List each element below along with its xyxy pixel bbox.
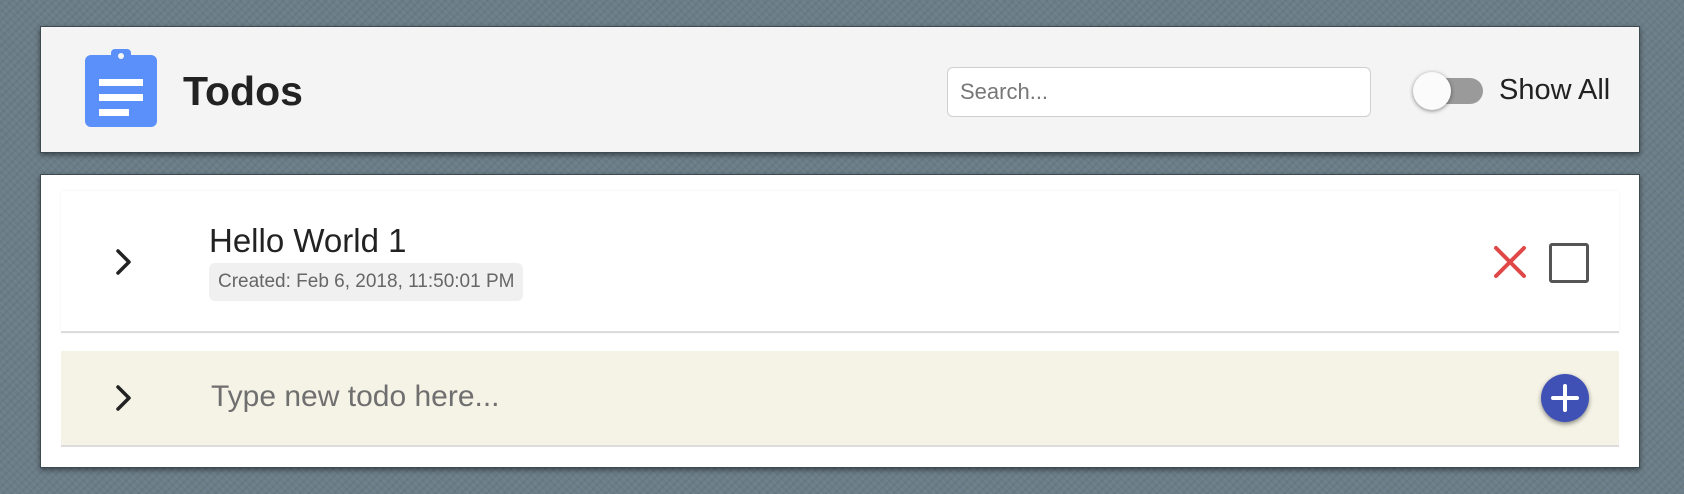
show-all-label: Show All [1499,74,1611,106]
app-header: Todos Show All [40,26,1640,153]
todo-title: Hello World 1 [209,222,407,259]
show-all-toggle[interactable] [1413,71,1485,111]
close-icon[interactable] [1493,245,1527,279]
add-todo-button[interactable] [1541,374,1589,422]
chevron-right-icon[interactable] [109,383,139,413]
search-input[interactable] [947,67,1371,117]
toggle-knob [1413,72,1451,110]
app-title: Todos [183,68,303,114]
new-todo-input[interactable] [209,373,1453,421]
clipboard-icon [85,49,157,127]
todo-list-panel: Hello World 1 Created: Feb 6, 2018, 11:5… [40,174,1640,468]
todo-complete-checkbox[interactable] [1549,243,1589,283]
chevron-right-icon[interactable] [109,247,139,277]
todo-item: Hello World 1 Created: Feb 6, 2018, 11:5… [61,191,1619,333]
todo-created-date: Created: Feb 6, 2018, 11:50:01 PM [209,263,524,301]
new-todo-row [61,351,1619,447]
plus-icon [1551,384,1579,412]
